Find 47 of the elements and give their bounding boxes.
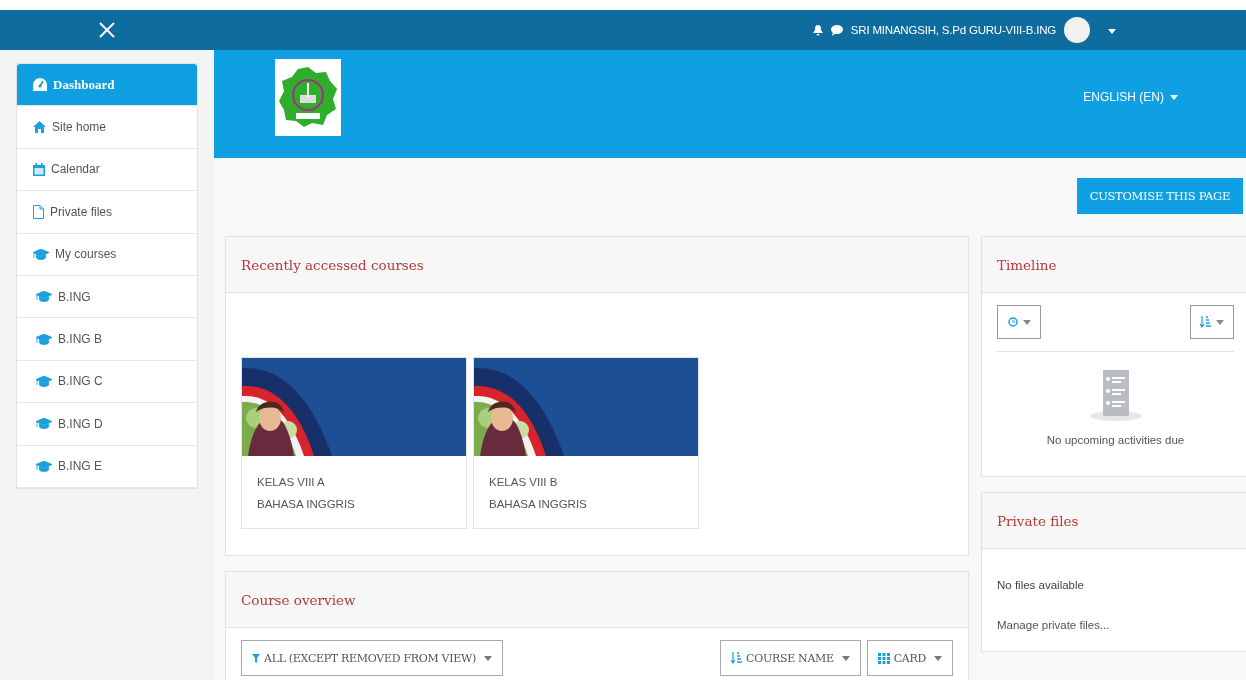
panel-title: Timeline	[997, 256, 1057, 273]
graduation-cap-icon	[36, 291, 52, 303]
filter-icon	[252, 653, 260, 663]
course-card[interactable]: KELAS VIII A BAHASA INGGRIS	[241, 357, 467, 529]
date-filter-button[interactable]	[997, 305, 1041, 339]
manage-files-link[interactable]: Manage private files...	[997, 619, 1245, 631]
graduation-cap-icon	[36, 333, 52, 345]
bell-icon[interactable]	[812, 24, 823, 36]
user-name[interactable]: SRI MINANGSIH, S.Pd GURU-VIII-B.ING	[850, 24, 1056, 36]
caret-icon	[1216, 319, 1224, 325]
panel-title: Recently accessed courses	[241, 256, 424, 273]
empty-message: No files available	[997, 579, 1085, 591]
avatar[interactable]	[1064, 17, 1090, 43]
sort-icon	[1200, 316, 1211, 328]
graduation-cap-icon	[36, 418, 52, 430]
caret-icon	[1170, 94, 1178, 100]
caret-icon	[841, 655, 850, 661]
graduation-cap-icon	[36, 375, 52, 387]
panel-title: Course overview	[241, 591, 356, 608]
home-icon	[33, 121, 46, 134]
filter-dropdown[interactable]: ALL (EXCEPT REMOVED FROM VIEW)	[241, 640, 503, 676]
caret-icon	[1108, 29, 1116, 34]
panel-title: Private files	[997, 512, 1079, 529]
view-dropdown[interactable]: CARD	[866, 640, 953, 676]
sort-dropdown[interactable]: COURSE NAME	[720, 640, 861, 676]
graduation-cap-icon	[36, 460, 52, 472]
course-card[interactable]: KELAS VIII B BAHASA INGGRIS	[473, 357, 699, 529]
caret-icon	[484, 655, 492, 661]
course-name[interactable]: BAHASA INGGRIS	[489, 498, 683, 510]
sort-icon	[731, 652, 743, 664]
caret-icon	[1022, 319, 1031, 325]
empty-message: No upcoming activities due	[1046, 434, 1185, 446]
grid-icon	[877, 652, 890, 664]
close-icon[interactable]	[99, 22, 115, 38]
dashboard-icon	[33, 78, 47, 92]
clock-icon	[1007, 317, 1018, 327]
list-icon	[1088, 370, 1143, 422]
caret-icon	[934, 655, 942, 661]
logo-icon	[275, 58, 341, 136]
course-name[interactable]: BAHASA INGGRIS	[257, 498, 451, 510]
chat-icon[interactable]	[830, 24, 843, 36]
course-category: KELAS VIII A	[257, 476, 326, 488]
course-category: KELAS VIII B	[489, 476, 559, 488]
sort-button[interactable]	[1190, 305, 1234, 339]
file-icon	[33, 204, 44, 219]
graduation-cap-icon	[33, 248, 49, 260]
calendar-icon	[33, 162, 45, 176]
